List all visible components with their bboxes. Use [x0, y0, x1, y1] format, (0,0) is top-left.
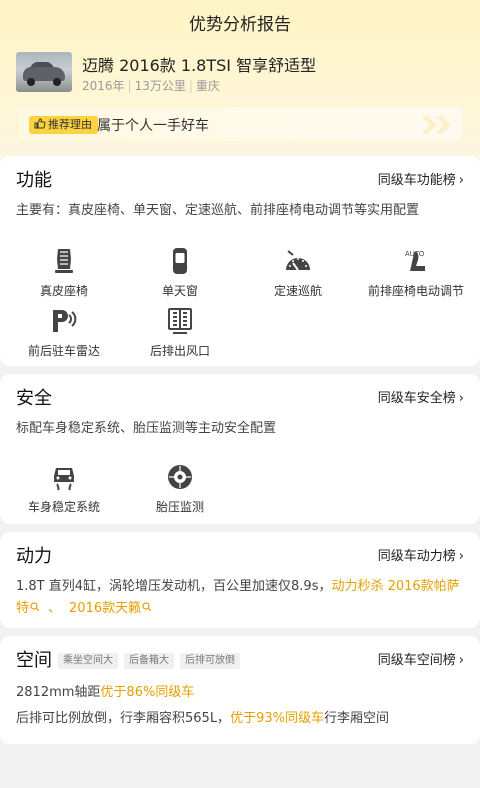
wheelbase-compare: 优于86%同级车 [100, 685, 195, 700]
power-desc-text: 1.8T 直列4缸，涡轮增压发动机，百公里加速仅8.9s， [16, 579, 332, 594]
leather-seat-icon [55, 249, 73, 273]
svg-text:AUTO: AUTO [405, 251, 425, 258]
feature-label: 前排座椅电动调节 [367, 284, 464, 298]
space-rank-link[interactable]: 同级车空间榜 › [378, 649, 464, 668]
feature-leather-seat: 真皮座椅 [4, 246, 124, 299]
power-card: 动力 同级车动力榜 › 1.8T 直列4缸，涡轮增压发动机，百公里加速仅8.9s，… [0, 532, 480, 628]
space-rank-label: 同级车空间榜 [377, 653, 456, 668]
safety-card: 安全 同级车安全榜 › 标配车身稳定系统、胎压监测等主动安全配置 车身稳定系统 胎… [0, 374, 480, 524]
function-rank-link[interactable]: 同级车功能榜 › [378, 169, 464, 188]
space-title-label: 空间 [16, 650, 52, 671]
search-icon [30, 602, 40, 612]
space-line-trunk: 后排可比例放倒，行李厢容积565L，优于93%同级车行李厢空间 [16, 708, 466, 730]
function-desc: 主要有：真皮座椅、单天窗、定速巡航、前排座椅电动调节等实用配置 [16, 203, 420, 218]
car-mileage: 13万公里 [134, 79, 186, 93]
space-tag: 后备箱大 [124, 653, 174, 669]
chevron-right-icon: › [458, 653, 464, 668]
trunk-text: 后排可比例放倒，行李厢容积565L， [16, 711, 231, 726]
recommend-tag: 推荐理由 [29, 116, 98, 134]
feature-label: 胎压监测 [155, 500, 204, 514]
power-rank-label: 同级车动力榜 [377, 549, 456, 564]
chevron-right-icon: › [458, 391, 464, 406]
stability-control-icon [54, 468, 74, 491]
feature-parking-radar: 前后驻车雷达 [4, 306, 124, 359]
safety-rank-link[interactable]: 同级车安全榜 › [378, 387, 464, 406]
rear-vent-icon [168, 308, 192, 334]
safety-desc: 标配车身稳定系统、胎压监测等主动安全配置 [16, 421, 277, 436]
recommend-tag-label: 推荐理由 [48, 118, 92, 131]
wheelbase-text: 2812mm轴距 [16, 685, 101, 700]
search-icon [142, 602, 152, 612]
feature-cruise: 定速巡航 [238, 246, 358, 299]
cruise-control-icon [286, 250, 310, 271]
feature-power-seat: AUTO 前排座椅电动调节 [356, 246, 476, 299]
power-title: 动力 [16, 546, 52, 567]
power-desc: 1.8T 直列4缸，涡轮增压发动机，百公里加速仅8.9s，动力秒杀 2016款帕… [16, 576, 466, 620]
car-name: 迈腾 2016款 1.8TSI 智享舒适型 [82, 56, 317, 75]
chevron-right-icon: › [458, 173, 464, 188]
function-rank-label: 同级车功能榜 [377, 173, 456, 188]
page-title: 优势分析报告 [189, 15, 291, 35]
feature-tire-pressure: 胎压监测 [120, 462, 240, 515]
power-desc-separator: 、 [48, 601, 62, 616]
feature-label: 后排出风口 [149, 344, 210, 358]
function-title: 功能 [16, 170, 52, 191]
thumbs-up-icon [34, 118, 46, 129]
space-title: 空间 乘坐空间大 后备箱大 后排可放倒 [16, 646, 240, 672]
space-card: 空间 乘坐空间大 后备箱大 后排可放倒 同级车空间榜 › 2812mm轴距优于86%同级… [0, 636, 480, 744]
compare-teana-label: 2016款天籁 [69, 601, 142, 616]
parking-radar-icon [53, 310, 77, 332]
compare-teana-link[interactable]: 2016款天籁 [69, 601, 152, 616]
car-thumbnail [16, 52, 72, 92]
space-tag: 后排可放倒 [180, 653, 240, 669]
feature-rear-vent: 后排出风口 [120, 306, 240, 359]
sunroof-icon [173, 248, 187, 274]
car-city: 重庆 [195, 79, 220, 93]
safety-rank-label: 同级车安全榜 [377, 391, 456, 406]
feature-label: 车身稳定系统 [27, 500, 100, 514]
trunk-compare: 优于93%同级车 [230, 711, 324, 726]
car-meta: 2016年 | 13万公里 | 重庆 [82, 79, 220, 93]
feature-sunroof: 单天窗 [120, 246, 240, 299]
safety-title: 安全 [16, 388, 52, 409]
feature-label: 定速巡航 [273, 284, 322, 298]
car-year: 2016年 [82, 79, 125, 93]
car-summary: 迈腾 2016款 1.8TSI 智享舒适型 2016年 | 13万公里 | 重庆 [16, 52, 464, 94]
feature-label: 真皮座椅 [39, 284, 88, 298]
tire-pressure-icon [168, 465, 192, 489]
feature-stability: 车身稳定系统 [4, 462, 124, 515]
space-line-wheelbase: 2812mm轴距优于86%同级车 [16, 682, 466, 704]
recommend-reason: 推荐理由 属于个人一手好车 [16, 106, 464, 142]
power-seat-icon: AUTO [405, 251, 425, 271]
chevron-right-icon: › [458, 549, 464, 564]
chevrons-decoration-icon [421, 116, 451, 134]
space-tag: 乘坐空间大 [58, 653, 118, 669]
recommend-text: 属于个人一手好车 [97, 118, 209, 134]
trunk-suffix: 行李厢空间 [323, 711, 389, 726]
feature-label: 单天窗 [161, 284, 198, 298]
power-rank-link[interactable]: 同级车动力榜 › [378, 545, 464, 564]
feature-label: 前后驻车雷达 [27, 344, 100, 358]
function-card: 功能 同级车功能榜 › 主要有：真皮座椅、单天窗、定速巡航、前排座椅电动调节等实用… [0, 156, 480, 366]
